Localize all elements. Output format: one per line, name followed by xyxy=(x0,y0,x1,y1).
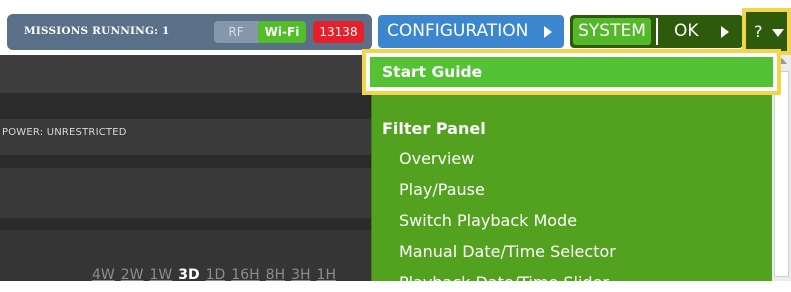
system-ok-status[interactable]: OK xyxy=(674,15,699,48)
start-guide-label: Start Guide xyxy=(370,57,773,87)
divider xyxy=(656,18,658,45)
scrollbar-thumb[interactable] xyxy=(774,71,789,277)
power-status-label: POWER: UNRESTRICTED xyxy=(2,127,127,138)
menu-item-overview[interactable]: Overview xyxy=(399,149,474,168)
system-button[interactable]: SYSTEM xyxy=(573,18,651,45)
menu-item-switch-playback-mode[interactable]: Switch Playback Mode xyxy=(399,211,577,230)
count-badge[interactable]: 13138 xyxy=(313,21,364,43)
chevron-right-icon xyxy=(544,26,552,38)
configuration-label: CONFIGURATION xyxy=(387,21,529,41)
chevron-right-icon[interactable] xyxy=(721,26,729,38)
help-menu-button[interactable]: ? xyxy=(742,8,791,55)
menu-section-filter-panel: Filter Panel xyxy=(382,119,486,138)
wifi-toggle[interactable]: Wi-Fi xyxy=(258,21,306,43)
menu-item-manual-date-time-selector[interactable]: Manual Date/Time Selector xyxy=(399,242,616,261)
top-bar: MISSIONS RUNNING: 1 RF Wi-Fi 13138 CONFI… xyxy=(0,0,791,55)
configuration-button[interactable]: CONFIGURATION xyxy=(378,15,564,48)
missions-running-label: MISSIONS RUNNING: 1 xyxy=(24,25,170,37)
menu-item-playback-date-time-slider[interactable]: Playback Date/Time Slider xyxy=(399,273,609,292)
mission-status-bar: MISSIONS RUNNING: 1 RF Wi-Fi 13138 xyxy=(7,14,372,50)
caret-down-icon xyxy=(772,29,784,37)
menu-item-start-guide[interactable]: Start Guide xyxy=(362,49,781,95)
help-label: ? xyxy=(754,22,763,41)
rf-toggle[interactable]: RF xyxy=(214,21,258,43)
system-status-group: SYSTEM OK xyxy=(570,15,743,48)
menu-item-play-pause[interactable]: Play/Pause xyxy=(399,180,485,199)
